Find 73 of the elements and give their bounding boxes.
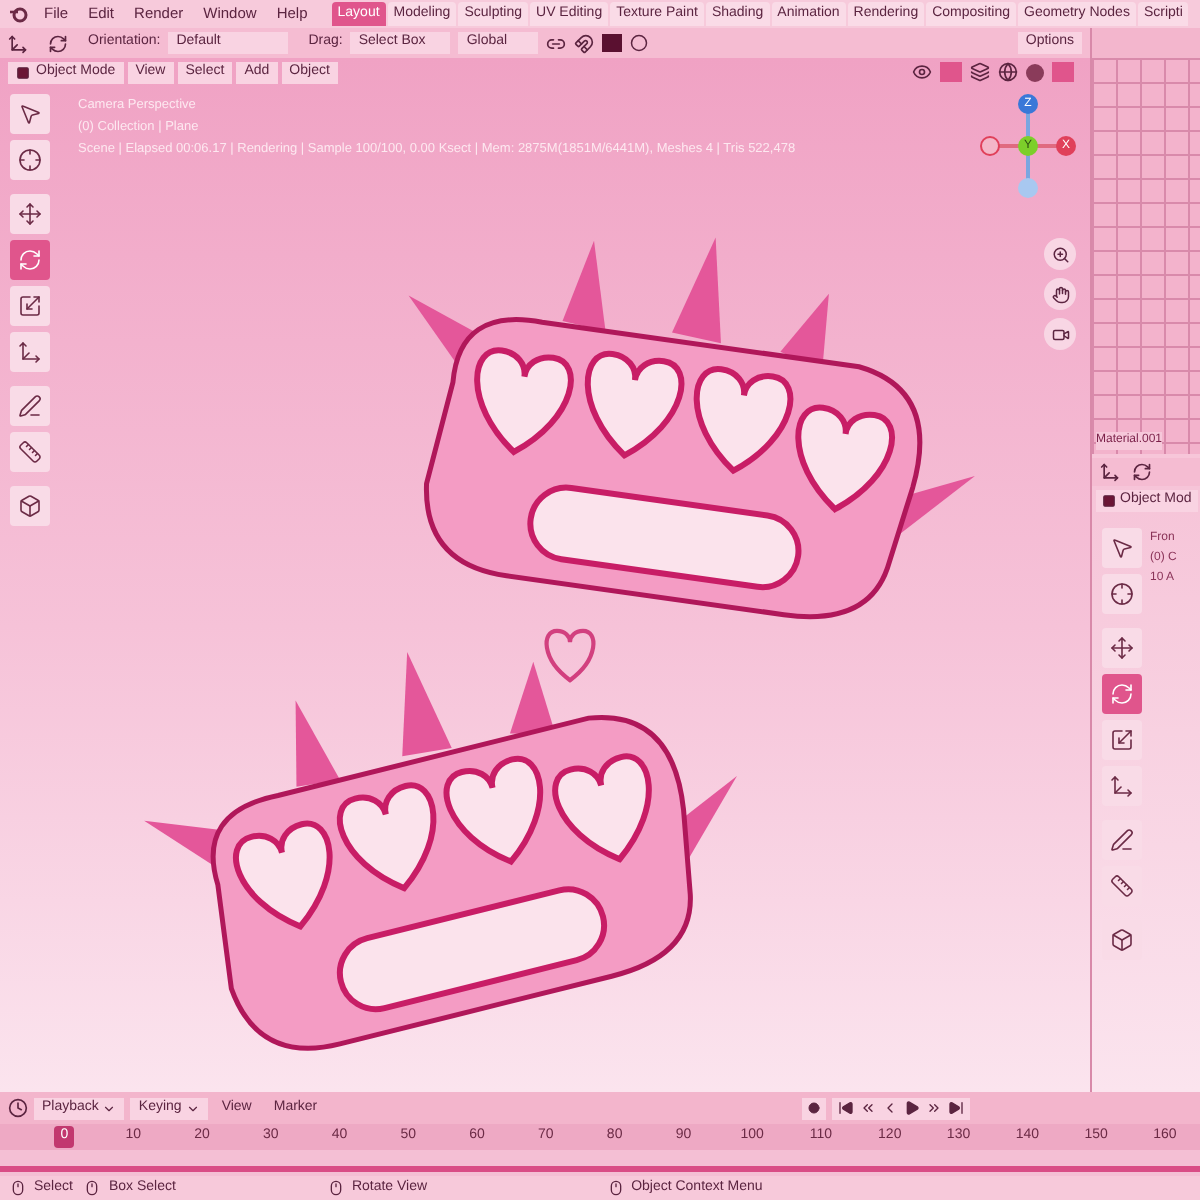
cursor-icon xyxy=(18,148,42,172)
rotate-tool-icon[interactable] xyxy=(1132,462,1152,482)
wireframe-icon[interactable] xyxy=(998,62,1018,82)
select-icon xyxy=(1110,536,1134,560)
object-icon xyxy=(16,65,30,79)
tool-button[interactable] xyxy=(10,94,50,134)
heart-outline-icon xyxy=(544,628,596,683)
tool-button[interactable] xyxy=(1102,720,1142,760)
caret-icon xyxy=(185,1101,200,1115)
camera-button[interactable] xyxy=(1044,318,1076,350)
tool-button[interactable] xyxy=(1102,528,1142,568)
jump-start-icon[interactable] xyxy=(837,1100,854,1116)
ruler-icon xyxy=(18,440,42,464)
zoom-icon xyxy=(1051,245,1069,263)
tool-button[interactable] xyxy=(10,332,50,372)
negative-x-handle[interactable] xyxy=(980,136,1000,156)
cursor-icon xyxy=(1110,582,1134,606)
transform-icon xyxy=(18,340,42,364)
ruler-icon xyxy=(1110,874,1134,898)
previous-keyframe-icon[interactable] xyxy=(859,1100,876,1116)
camera-icon xyxy=(1051,325,1069,343)
rotate-icon xyxy=(1110,682,1134,706)
tool-button[interactable] xyxy=(1102,574,1142,614)
magnet-icon[interactable] xyxy=(574,33,595,53)
mouse-icon xyxy=(607,1180,624,1196)
pan-button[interactable] xyxy=(1044,278,1076,310)
select-icon xyxy=(18,102,42,126)
tool-button[interactable] xyxy=(10,386,50,426)
jump-end-icon[interactable] xyxy=(947,1100,964,1116)
tool-button[interactable] xyxy=(1102,766,1142,806)
cube-icon xyxy=(1110,928,1134,952)
proportional-edit-icon[interactable] xyxy=(630,34,649,52)
mouse-icon xyxy=(10,1180,26,1196)
solid-shading-button[interactable] xyxy=(1026,63,1044,81)
tool-button[interactable] xyxy=(10,286,50,326)
next-keyframe-icon[interactable] xyxy=(925,1100,942,1116)
tool-button[interactable] xyxy=(10,194,50,234)
tool-button[interactable] xyxy=(1102,628,1142,668)
move-icon xyxy=(1110,636,1134,660)
tool-button[interactable] xyxy=(10,486,50,526)
negative-z-handle[interactable] xyxy=(1018,178,1038,198)
mouse-icon xyxy=(84,1180,101,1196)
link-icon[interactable] xyxy=(546,33,567,53)
scale-icon xyxy=(18,294,42,318)
color-swatch[interactable] xyxy=(602,34,623,52)
timeline-track[interactable] xyxy=(0,1150,1200,1176)
pen-icon xyxy=(18,394,42,418)
app-logo-icon[interactable] xyxy=(8,4,28,24)
gizmo-toggle[interactable] xyxy=(940,62,962,82)
zoom-button[interactable] xyxy=(1044,238,1076,270)
tool-button[interactable] xyxy=(1102,674,1142,714)
tool-button[interactable] xyxy=(10,140,50,180)
tool-button[interactable] xyxy=(10,432,50,472)
hand-icon xyxy=(1051,285,1069,303)
object-icon xyxy=(1102,494,1116,508)
clock-icon[interactable] xyxy=(8,1098,28,1118)
scale-icon xyxy=(1110,728,1134,752)
caret-icon xyxy=(102,1101,117,1115)
transform-icon xyxy=(1110,774,1134,798)
tool-button[interactable] xyxy=(1102,820,1142,860)
pen-icon xyxy=(1110,828,1134,852)
tool-button[interactable] xyxy=(10,240,50,280)
rotate-tool-icon[interactable] xyxy=(48,33,68,53)
overlay-icon[interactable] xyxy=(970,62,990,82)
cube-icon xyxy=(18,494,42,518)
visibility-icon[interactable] xyxy=(912,62,932,82)
record-icon[interactable] xyxy=(807,1102,820,1114)
rotate-icon xyxy=(18,248,42,272)
transform-tool-icon[interactable] xyxy=(8,33,28,53)
mouse-icon xyxy=(327,1180,344,1196)
transform-tool-icon[interactable] xyxy=(1100,462,1120,482)
play-icon[interactable] xyxy=(903,1100,920,1116)
move-icon xyxy=(18,202,42,226)
